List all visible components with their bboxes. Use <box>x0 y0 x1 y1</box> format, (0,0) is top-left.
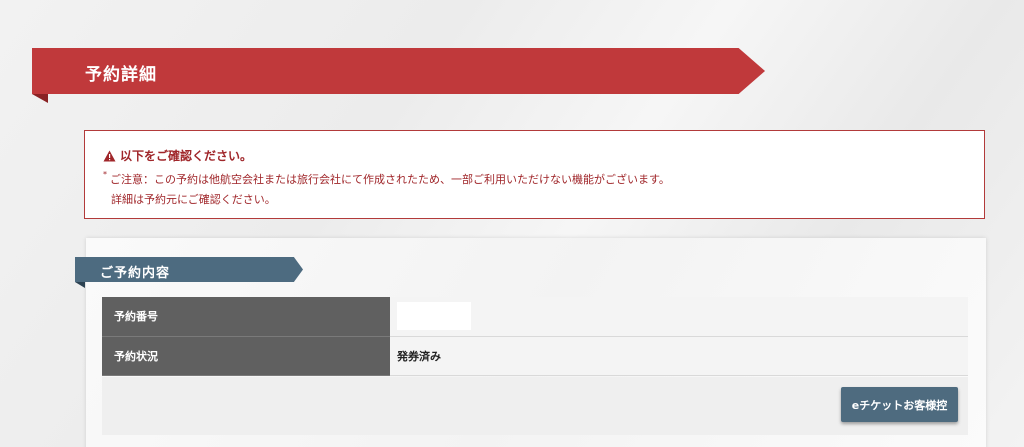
table-row-reservation-number: 予約番号 <box>102 297 968 337</box>
alert-message-line1: ご注意：この予約は他航空会社または旅行会社にて作成されたため、一部ご利用いただけ… <box>110 173 670 186</box>
reservation-number-cell <box>390 297 968 337</box>
alert-title: 以下をご確認ください。 <box>120 149 253 163</box>
reservation-number-value <box>397 302 471 331</box>
alert-title-row: 以下をご確認ください。 <box>103 147 966 164</box>
section-header-fold <box>75 282 85 288</box>
alert-box: 以下をご確認ください。 * ご注意：この予約は他航空会社または旅行会社にて作成さ… <box>84 130 985 219</box>
alert-message-line2: 詳細は予約元にご確認ください。 <box>111 193 276 206</box>
action-row <box>102 377 968 435</box>
page-title: 予約詳細 <box>85 65 157 85</box>
reservation-number-label: 予約番号 <box>102 297 390 337</box>
table-row-reservation-status: 予約状況 発券済み <box>102 336 968 376</box>
page-header-fold <box>32 94 48 103</box>
reservation-status-value: 発券済み <box>390 336 968 376</box>
warning-icon <box>103 150 116 162</box>
alert-message: * ご注意：この予約は他航空会社または旅行会社にて作成されたため、一部ご利用いた… <box>103 170 966 187</box>
section-title: ご予約内容 <box>100 266 171 281</box>
alert-mark: * <box>103 170 107 179</box>
reservation-table: 予約番号 予約状況 発券済み <box>102 297 968 376</box>
reservation-status-label: 予約状況 <box>102 336 390 376</box>
eticket-receipt-button[interactable]: eチケットお客様控 <box>841 387 958 422</box>
